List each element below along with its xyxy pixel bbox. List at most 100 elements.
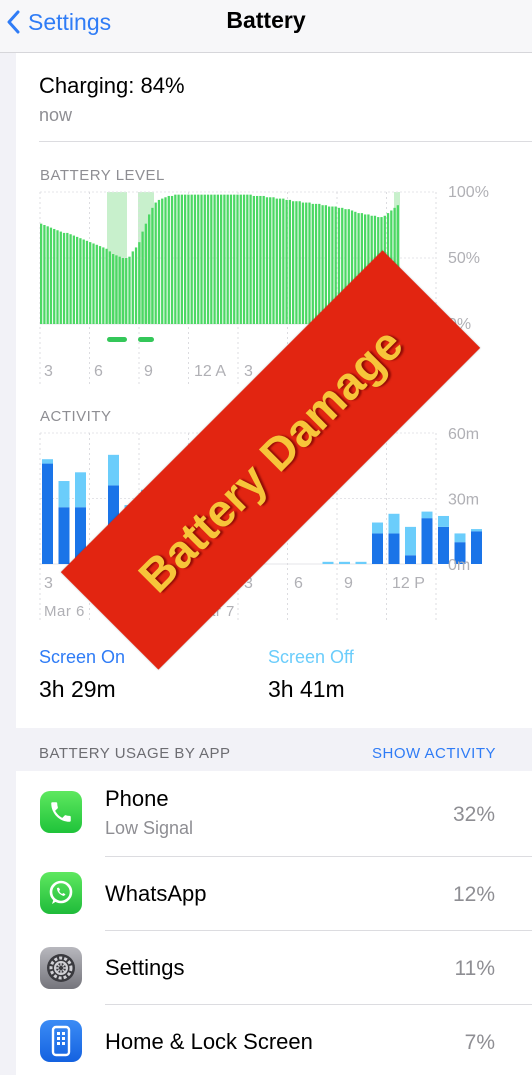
x-tick-label: 3: [44, 363, 53, 380]
screen-off-bar: [58, 481, 70, 508]
battery-bar: [102, 247, 105, 324]
phone-icon: [40, 791, 82, 833]
battery-bar: [125, 258, 128, 324]
battery-bar: [161, 198, 164, 324]
screen-off-bar: [372, 522, 383, 534]
home-screen-icon: [40, 1020, 82, 1062]
screen-off-bar: [108, 454, 119, 486]
battery-bar: [275, 198, 278, 324]
battery-bar: [144, 223, 148, 324]
app-row-home-lock-screen[interactable]: Home & Lock Screen 7%: [16, 1005, 532, 1075]
app-percentage: 12%: [452, 883, 495, 906]
app-row-settings[interactable]: Settings 11%: [16, 931, 532, 1005]
date-label-mar6: Mar 6: [44, 603, 85, 620]
battery-bar: [314, 203, 318, 324]
battery-bar: [174, 194, 177, 324]
battery-bar: [148, 214, 151, 324]
battery-bar: [242, 194, 246, 324]
whatsapp-icon: [40, 872, 82, 914]
battery-bar: [282, 198, 285, 324]
screen-on-bar: [405, 555, 416, 564]
battery-bar: [318, 203, 321, 324]
app-row-phone[interactable]: Phone Low Signal 32%: [16, 771, 532, 857]
battery-bar: [69, 234, 72, 324]
battery-bar: [226, 194, 229, 324]
x-tick-label: 12 A: [194, 363, 226, 380]
screen-off-bar: [454, 533, 466, 543]
battery-bar: [82, 239, 85, 324]
battery-bar: [295, 201, 298, 324]
screen-on-bar: [421, 518, 433, 564]
battery-bar: [79, 238, 82, 324]
battery-bar: [43, 225, 46, 324]
battery-bar: [141, 231, 144, 324]
screen-off-bar: [471, 529, 482, 532]
screen-off-bar: [42, 459, 53, 464]
battery-bar: [321, 205, 324, 324]
battery-bar: [46, 226, 49, 324]
screen-off-bar: [322, 561, 334, 564]
y-tick-label: 60m: [448, 426, 479, 443]
battery-bar: [259, 195, 262, 324]
screen-off-bar: [421, 511, 433, 519]
battery-bar: [40, 223, 43, 324]
battery-bar: [170, 195, 174, 324]
x-tick-label: 6: [94, 363, 103, 380]
battery-bar: [197, 194, 200, 324]
battery-bar: [108, 251, 112, 324]
battery-bar: [118, 256, 121, 324]
x-tick-label: 12 P: [392, 575, 425, 592]
battery-bar: [89, 242, 92, 324]
battery-bar: [269, 197, 272, 324]
page-title: Battery: [226, 7, 306, 33]
battery-bar: [200, 194, 203, 324]
battery-bar: [85, 240, 89, 324]
screen-off-bar: [405, 526, 416, 556]
battery-bar: [187, 194, 190, 324]
navigation-bar: Settings Battery: [0, 0, 532, 53]
battery-bar: [131, 251, 134, 324]
battery-bar: [305, 202, 308, 324]
usage-header: BATTERY USAGE BY APP: [39, 745, 231, 762]
battery-bar: [157, 199, 161, 324]
battery-bar: [301, 202, 305, 324]
battery-bar: [292, 201, 295, 324]
battery-bar: [252, 195, 256, 324]
app-percentage: 32%: [452, 803, 495, 826]
battery-bar: [180, 194, 184, 324]
battery-bar: [112, 254, 115, 324]
x-tick-label: 9: [144, 363, 153, 380]
battery-bar: [249, 194, 252, 324]
battery-bar: [220, 194, 223, 324]
battery-bar: [98, 246, 102, 324]
battery-bar: [138, 242, 141, 324]
battery-bar: [298, 201, 301, 324]
battery-bar: [229, 194, 233, 324]
battery-bar: [272, 197, 275, 324]
battery-bar: [56, 230, 59, 324]
battery-bar: [233, 194, 236, 324]
battery-bar: [210, 194, 213, 324]
battery-bar: [134, 247, 138, 324]
y-tick-label: 0m: [448, 557, 470, 574]
app-percentage: 7%: [464, 1031, 495, 1054]
battery-bar: [115, 255, 118, 324]
battery-bar: [151, 207, 154, 324]
screen-on-value: 3h 29m: [39, 676, 116, 702]
battery-bar: [246, 194, 249, 324]
y-tick-label: 30m: [448, 492, 479, 509]
x-tick-label: 3: [44, 575, 53, 592]
battery-bar: [216, 194, 220, 324]
battery-bar: [193, 194, 197, 324]
screen-off-bar: [438, 515, 449, 527]
y-tick-label: 100%: [448, 184, 489, 201]
battery-bar: [49, 227, 53, 324]
app-row-whatsapp[interactable]: WhatsApp 12%: [16, 857, 532, 931]
battery-bar: [213, 194, 216, 324]
screen-on-bar: [42, 463, 53, 564]
show-activity-button[interactable]: SHOW ACTIVITY: [372, 745, 496, 762]
screen-off-bar: [355, 561, 367, 564]
screen-on-bar: [372, 533, 383, 564]
x-tick-label: 6: [294, 575, 303, 592]
screen-off-label: Screen Off: [268, 647, 354, 667]
